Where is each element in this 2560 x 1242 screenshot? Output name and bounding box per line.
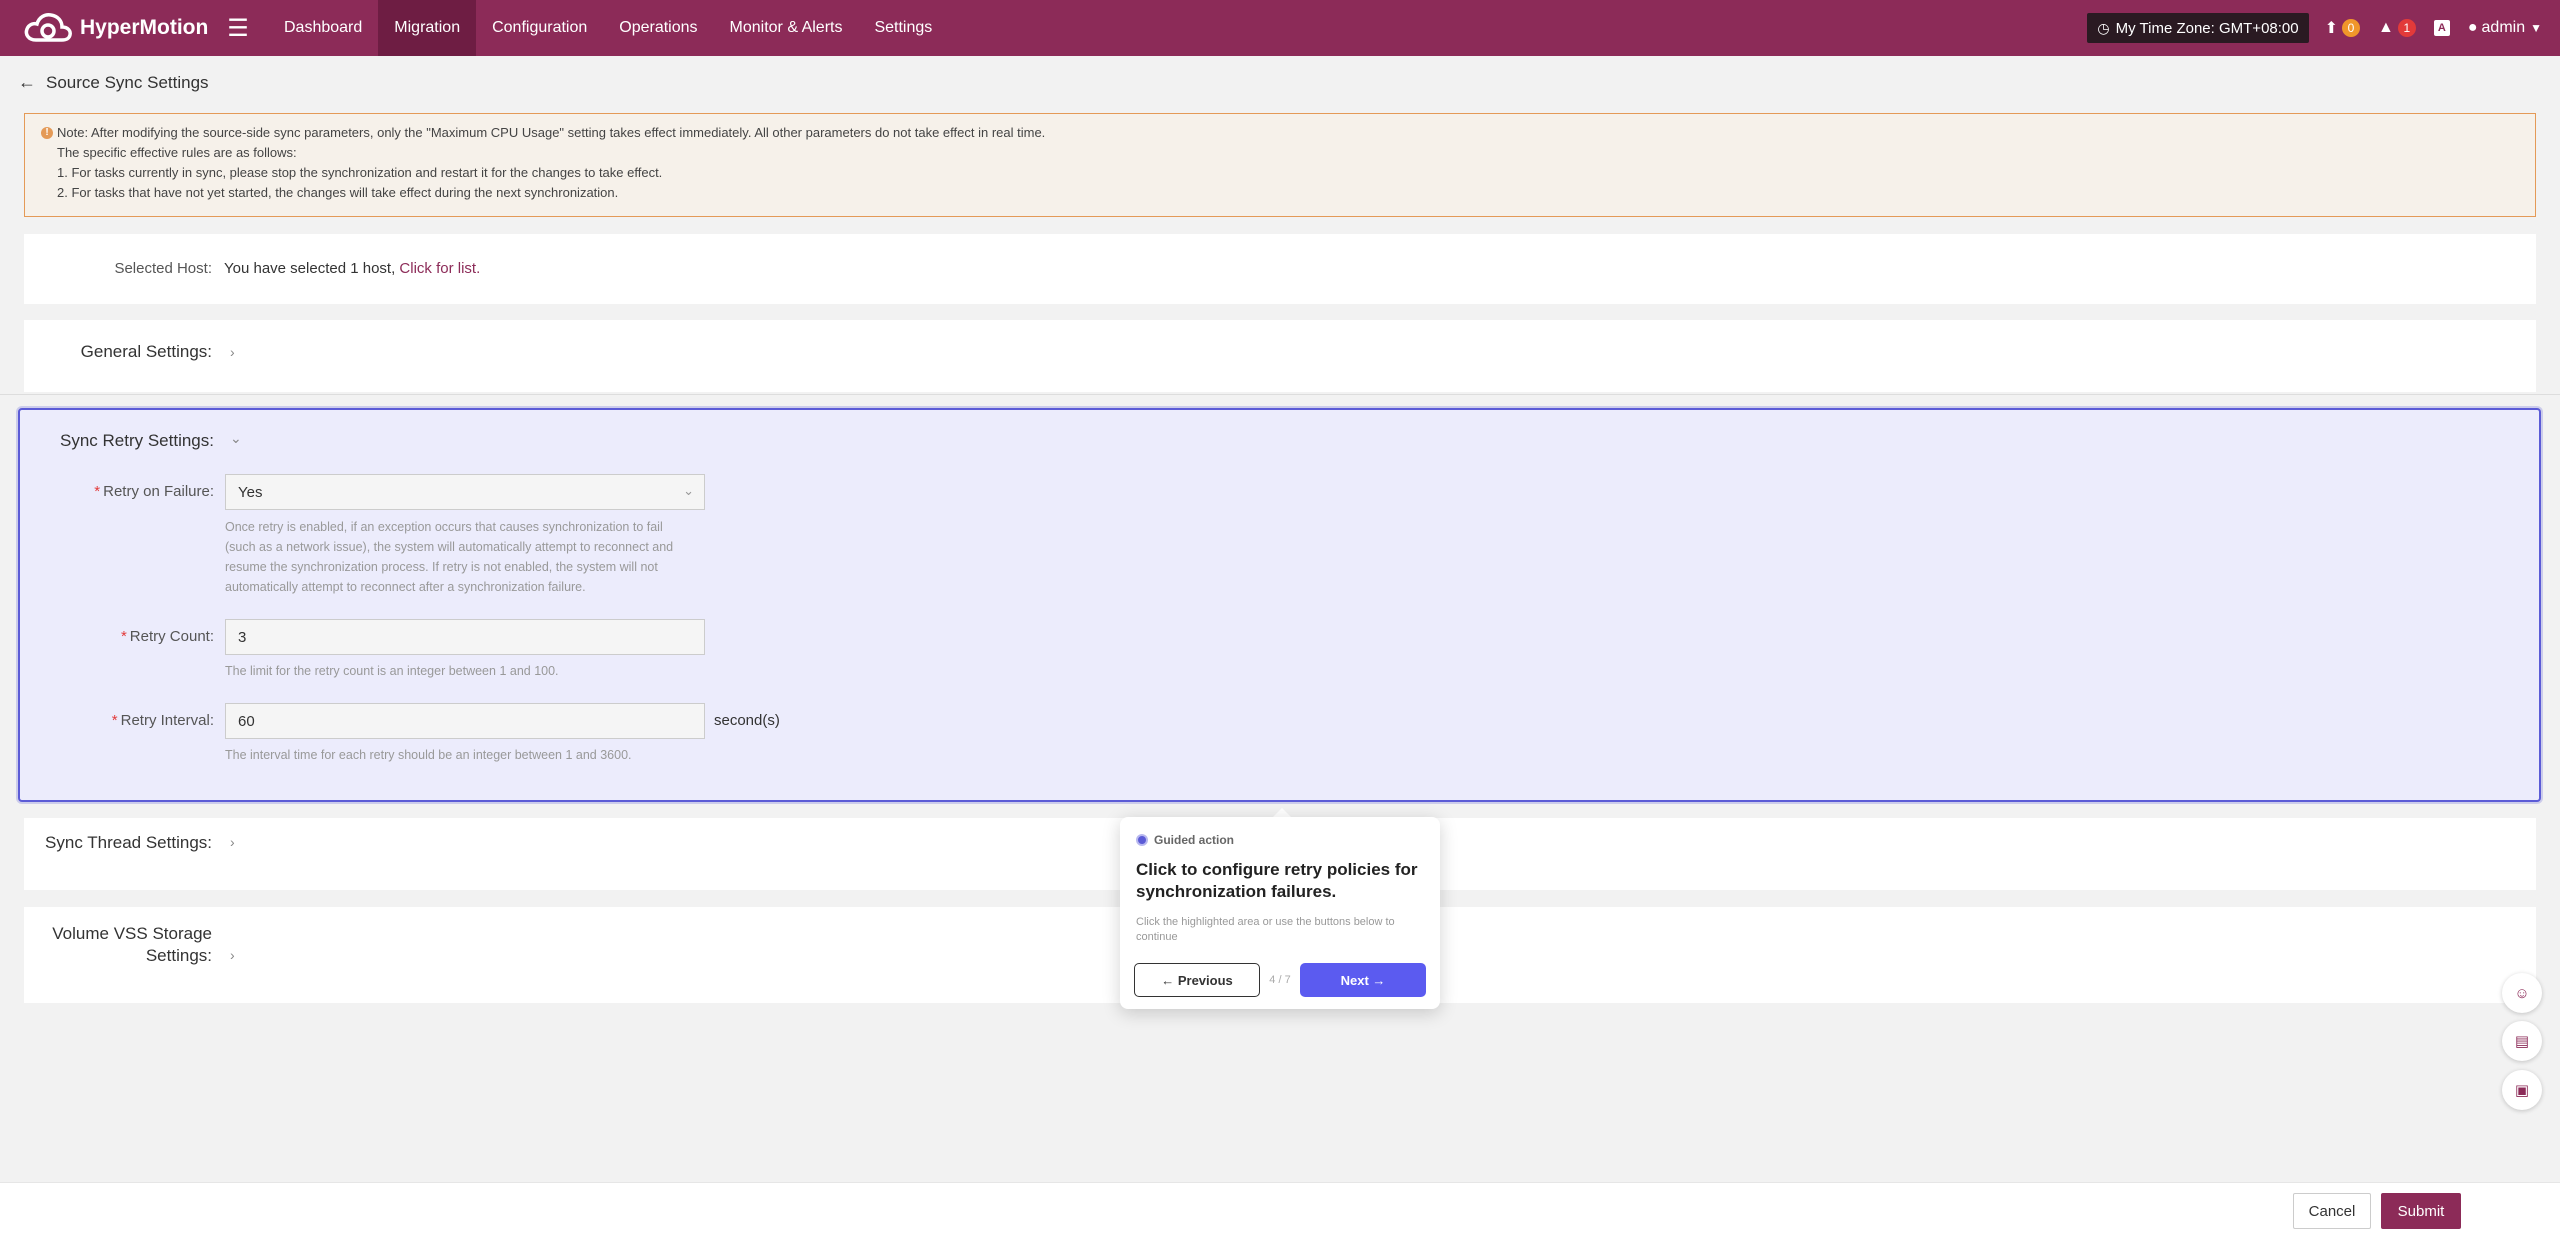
chevron-right-icon[interactable]: › — [230, 834, 235, 850]
chevron-right-icon[interactable]: › — [230, 344, 235, 360]
sync-retry-settings-title: Sync Retry Settings: — [59, 431, 214, 450]
user-name: admin — [2481, 19, 2526, 36]
main-nav: Dashboard Migration Configuration Operat… — [268, 0, 948, 56]
timezone-text: My Time Zone: GMT+08:00 — [2115, 19, 2299, 37]
guide-next-button[interactable]: Next → — [1300, 963, 1426, 997]
app-name: HyperMotion — [80, 16, 209, 39]
guide-body: Click the highlighted area or use the bu… — [1136, 916, 1395, 943]
alert-notifications[interactable]: ▲ 1 — [2378, 19, 2416, 37]
chevron-right-icon[interactable]: › — [230, 947, 235, 963]
nav-migration[interactable]: Migration — [378, 0, 477, 56]
clock-icon: ◷ — [2097, 19, 2110, 36]
retry-count-help: The limit for the retry count is an inte… — [225, 664, 559, 678]
retry-on-failure-value: Yes — [238, 483, 263, 501]
general-settings-section[interactable]: General Settings: › — [24, 320, 2536, 392]
note-line-1: Note: After modifying the source-side sy… — [57, 125, 1046, 140]
cloud-logo-icon — [24, 13, 72, 42]
menu-toggle-icon[interactable]: ☰ — [218, 0, 258, 56]
select-chevron-icon: ⌄ — [683, 483, 694, 498]
caret-down-icon: ▼ — [2530, 21, 2542, 35]
selected-host-card: Selected Host: You have selected 1 host,… — [24, 234, 2536, 304]
vss-settings-title-line1: Volume VSS Storage — [52, 924, 212, 943]
upload-arrow-icon: ⬆ — [2324, 20, 2339, 37]
retry-count-value: 3 — [238, 628, 247, 646]
footer-actions: Cancel Submit — [0, 1182, 2560, 1242]
guide-step-counter: 4 / 7 — [1269, 974, 1291, 986]
app-logo[interactable]: HyperMotion — [22, 8, 212, 48]
vss-settings-title-line2: Settings: — [145, 946, 212, 965]
general-settings-title: General Settings: — [80, 342, 212, 361]
divider — [0, 394, 2560, 395]
nav-settings[interactable]: Settings — [858, 0, 948, 56]
chevron-down-icon[interactable]: ⌄ — [230, 430, 242, 447]
chat-support-icon[interactable]: ☺ — [2502, 973, 2542, 1013]
topbar-right: ◷ My Time Zone: GMT+08:00 ⬆ 0 ▲ 1 A ● ad… — [2087, 0, 2560, 56]
note-line-2: The specific effective rules are as foll… — [57, 145, 297, 160]
retry-on-failure-help: Once retry is enabled, if an exception o… — [225, 520, 674, 594]
submit-button[interactable]: Submit — [2381, 1193, 2461, 1229]
retry-on-failure-select[interactable]: Yes ⌄ — [225, 474, 705, 510]
sync-retry-settings-section[interactable]: Sync Retry Settings: ⌄ * Retry on Failure… — [18, 408, 2541, 802]
guide-kicker: Guided action — [1154, 833, 1235, 847]
note-line-3: 1. For tasks currently in sync, please s… — [57, 165, 663, 180]
book-icon[interactable]: ▤ — [2502, 1021, 2542, 1061]
page-header: ← Source Sync Settings — [18, 72, 209, 93]
guided-action-tooltip: Guided action Click to configure retry p… — [1120, 817, 1440, 1009]
warning-icon: ! — [41, 127, 53, 139]
top-navigation-bar: HyperMotion ☰ Dashboard Migration Config… — [0, 0, 2560, 56]
warning-triangle-icon: ▲ — [2378, 19, 2394, 36]
language-switch-icon[interactable]: A — [2433, 20, 2450, 36]
nav-dashboard[interactable]: Dashboard — [268, 0, 378, 56]
user-icon: ● — [2467, 19, 2478, 36]
nav-configuration[interactable]: Configuration — [476, 0, 603, 56]
cancel-button[interactable]: Cancel — [2293, 1193, 2371, 1229]
guide-dot-icon — [1136, 834, 1148, 846]
upload-count-badge: 0 — [2342, 19, 2361, 37]
clipboard-icon[interactable]: ▣ — [2502, 1070, 2542, 1110]
retry-interval-value: 60 — [238, 712, 255, 730]
retry-count-label: * Retry Count: — [120, 628, 214, 645]
alert-count-badge: 1 — [2397, 19, 2416, 37]
sync-thread-settings-title: Sync Thread Settings: — [45, 833, 212, 852]
nav-operations[interactable]: Operations — [603, 0, 713, 56]
selected-host-label: Selected Host: — [114, 260, 212, 277]
retry-interval-help: The interval time for each retry should … — [225, 748, 632, 762]
retry-on-failure-label: * Retry on Failure: — [94, 483, 214, 500]
guide-previous-button[interactable]: ← Previous — [1134, 963, 1260, 997]
selected-host-text: You have selected 1 host, — [224, 260, 396, 277]
retry-count-input[interactable]: 3 — [225, 619, 705, 655]
upload-notifications[interactable]: ⬆ 0 — [2324, 18, 2361, 38]
retry-interval-input[interactable]: 60 — [225, 703, 705, 739]
note-line-4: 2. For tasks that have not yet started, … — [57, 185, 619, 200]
page-title: Source Sync Settings — [46, 72, 209, 92]
nav-monitor-alerts[interactable]: Monitor & Alerts — [714, 0, 859, 56]
warning-note: ! Note: After modifying the source-side … — [24, 113, 2536, 217]
retry-interval-unit: second(s) — [714, 712, 780, 729]
retry-interval-label: * Retry Interval: — [111, 712, 214, 729]
user-menu[interactable]: ● admin ▼ — [2468, 19, 2542, 37]
host-list-link[interactable]: Click for list. — [399, 260, 480, 277]
guide-title: Click to configure retry policies for sy… — [1136, 860, 1418, 901]
back-arrow-icon[interactable]: ← — [18, 72, 36, 93]
timezone-display[interactable]: ◷ My Time Zone: GMT+08:00 — [2087, 13, 2309, 43]
